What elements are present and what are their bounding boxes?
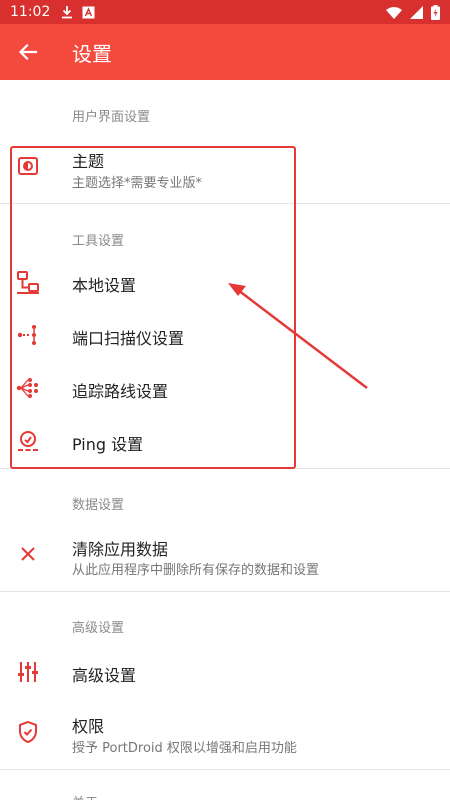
page-title: 设置	[72, 41, 112, 66]
setting-title: 本地设置	[72, 276, 137, 295]
battery-icon	[431, 4, 440, 20]
arrow-left-icon	[18, 43, 38, 61]
setting-ping[interactable]: Ping 设置	[0, 415, 450, 467]
setting-local[interactable]: 本地设置	[0, 256, 450, 308]
setting-subtitle: 授予 PortDroid 权限以增强和启用功能	[72, 741, 297, 756]
setting-clear-data[interactable]: 清除应用数据 从此应用程序中删除所有保存的数据和设置	[0, 526, 450, 588]
section-header-data: 数据设置	[72, 498, 125, 513]
app-bar: 设置	[0, 24, 450, 80]
setting-subtitle: 从此应用程序中删除所有保存的数据和设置	[72, 563, 320, 578]
shield-check-icon	[19, 720, 37, 744]
traceroute-icon	[16, 378, 38, 398]
wifi-icon	[386, 6, 402, 19]
settings-list[interactable]: 用户界面设置 主题 主题选择*需要专业版* 工具设置 本地设置 端口扫描仪设置	[0, 80, 450, 800]
divider	[0, 468, 450, 469]
back-button[interactable]	[0, 24, 56, 80]
setting-title: Ping 设置	[72, 435, 144, 454]
text-box-icon	[82, 6, 95, 18]
setting-subtitle: 主题选择*需要专业版*	[72, 176, 203, 191]
setting-theme[interactable]: 主题 主题选择*需要专业版*	[0, 142, 450, 204]
setting-title: 高级设置	[72, 666, 137, 685]
section-header-about: 关于	[72, 792, 98, 800]
theme-icon	[18, 157, 38, 175]
status-bar: 11:02	[0, 0, 450, 24]
divider	[0, 591, 450, 592]
divider	[0, 203, 450, 204]
setting-title: 清除应用数据	[72, 540, 169, 559]
setting-traceroute[interactable]: 追踪路线设置	[0, 362, 450, 414]
download-icon	[62, 6, 73, 19]
setting-title: 主题	[72, 152, 105, 171]
ping-icon	[18, 431, 38, 451]
section-header-advanced: 高级设置	[72, 621, 125, 636]
setting-title: 端口扫描仪设置	[72, 329, 185, 348]
setting-title: 追踪路线设置	[72, 382, 169, 401]
setting-permissions[interactable]: 权限 授予 PortDroid 权限以增强和启用功能	[0, 705, 450, 767]
status-time: 11:02	[10, 4, 51, 20]
divider	[0, 769, 450, 770]
close-icon	[21, 547, 35, 561]
setting-title: 权限	[72, 717, 105, 736]
signal-icon	[410, 5, 423, 19]
setting-port-scanner[interactable]: 端口扫描仪设置	[0, 309, 450, 361]
port-scanner-icon	[17, 325, 36, 345]
sliders-icon	[18, 662, 38, 682]
section-header-ui: 用户界面设置	[72, 110, 151, 125]
section-header-tools: 工具设置	[72, 234, 125, 249]
setting-advanced[interactable]: 高级设置	[0, 646, 450, 698]
local-network-icon	[17, 271, 39, 294]
